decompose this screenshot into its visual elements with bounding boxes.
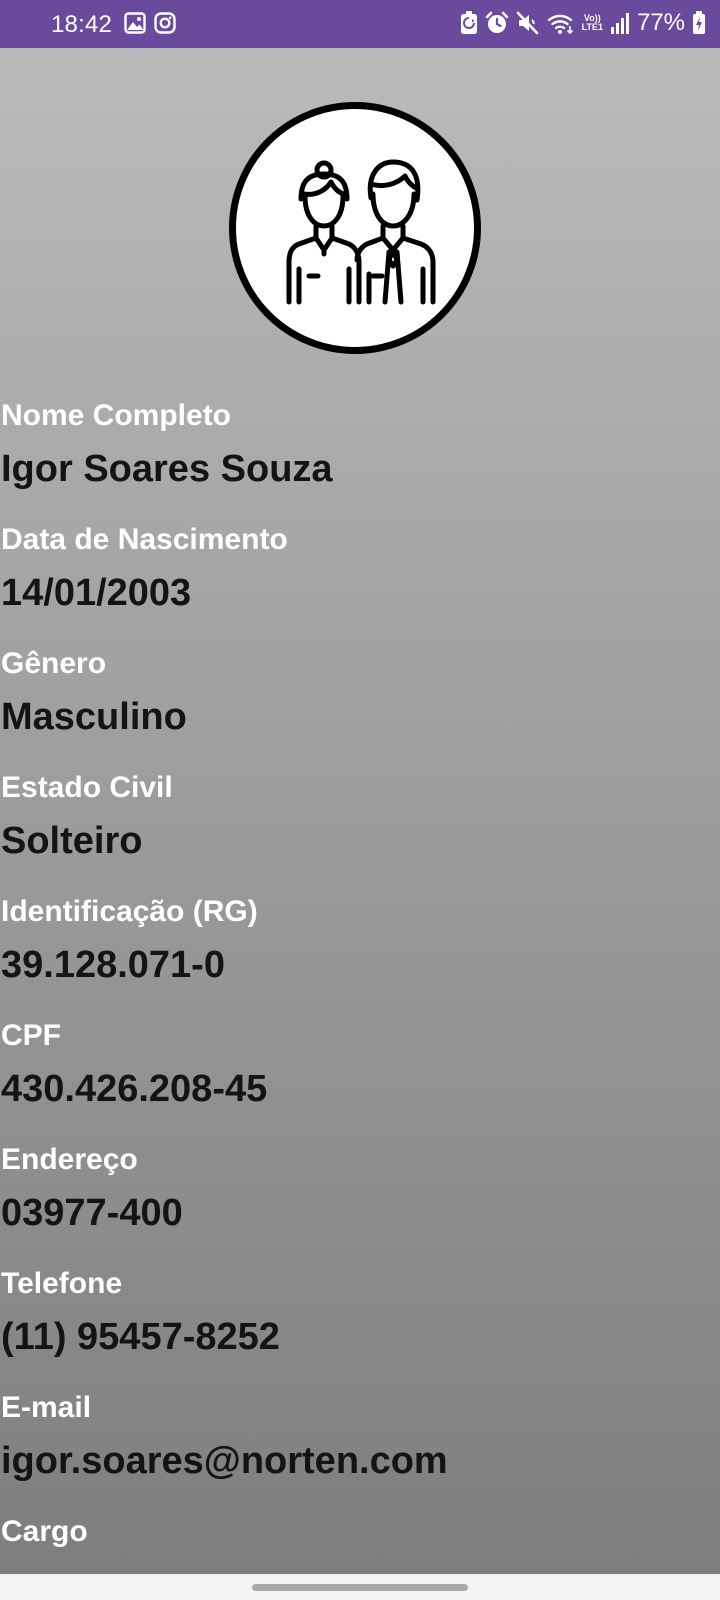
- field-value: (11) 95457-8252: [1, 1316, 280, 1358]
- mute-icon: [516, 11, 540, 35]
- field-label: Cargo: [1, 1515, 88, 1548]
- battery-percent: 77%: [636, 9, 685, 36]
- field-marital-status: Estado Civil Solteiro: [1, 768, 716, 864]
- signal-icon: [610, 12, 630, 34]
- field-cpf: CPF 430.426.208-45: [1, 1016, 716, 1112]
- field-value: [1, 1562, 716, 1574]
- field-value: 39.128.071-0: [1, 944, 225, 986]
- gesture-handle[interactable]: [252, 1584, 468, 1591]
- field-value: 03977-400: [1, 1192, 183, 1234]
- gallery-icon: [124, 12, 146, 34]
- field-email: E-mail igor.soares@norten.com: [1, 1388, 716, 1484]
- network-type-label: Vo)) LTE1: [582, 14, 603, 32]
- field-full-name: Nome Completo Igor Soares Souza: [1, 396, 716, 492]
- field-gender: Gênero Masculino: [1, 644, 716, 740]
- field-birth-date: Data de Nascimento 14/01/2003: [1, 520, 716, 616]
- alarm-icon: [485, 11, 509, 35]
- profile-screen: Nome Completo Igor Soares Souza Data de …: [0, 48, 720, 1574]
- field-label: E-mail: [1, 1391, 92, 1424]
- wifi-icon: [547, 11, 575, 35]
- field-label: Estado Civil: [1, 771, 173, 804]
- field-rg: Identificação (RG) 39.128.071-0: [1, 892, 716, 988]
- field-label: Endereço: [1, 1143, 138, 1176]
- field-value: 14/01/2003: [1, 572, 192, 614]
- status-notification-icons: [124, 12, 176, 34]
- field-value: igor.soares@norten.com: [1, 1440, 448, 1482]
- navigation-bar: [0, 1574, 720, 1600]
- field-label: Data de Nascimento: [1, 523, 288, 556]
- profile-fields: Nome Completo Igor Soares Souza Data de …: [1, 396, 716, 1574]
- instagram-icon: [154, 12, 176, 34]
- field-value: Masculino: [1, 696, 187, 738]
- status-bar: 18:42 Vo)) LTE1 77%: [0, 0, 720, 48]
- field-role: Cargo: [1, 1512, 716, 1574]
- field-label: Telefone: [1, 1267, 123, 1300]
- field-label: Identificação (RG): [1, 895, 258, 928]
- field-phone: Telefone (11) 95457-8252: [1, 1264, 716, 1360]
- field-label: CPF: [1, 1019, 61, 1052]
- status-time: 18:42: [51, 11, 113, 38]
- status-system-icons: Vo)) LTE1 77%: [460, 11, 706, 35]
- people-couple-icon: [286, 159, 436, 305]
- field-label: Nome Completo: [1, 399, 232, 432]
- field-label: Gênero: [1, 647, 107, 680]
- lte-label: LTE1: [581, 22, 603, 32]
- field-value: Solteiro: [1, 820, 143, 862]
- battery-charging-icon: [692, 11, 706, 35]
- profile-avatar: [229, 102, 481, 354]
- field-address: Endereço 03977-400: [1, 1140, 716, 1236]
- field-value: Igor Soares Souza: [1, 448, 333, 490]
- field-value: 430.426.208-45: [1, 1068, 268, 1110]
- battery-saver-icon: [460, 11, 478, 35]
